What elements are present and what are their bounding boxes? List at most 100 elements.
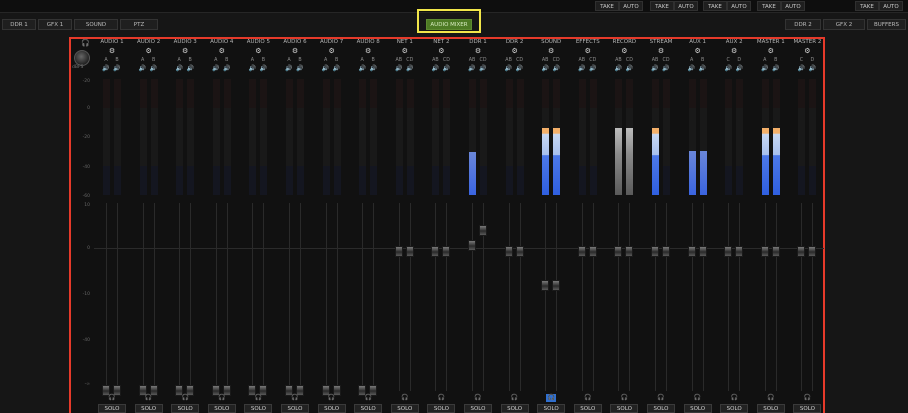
gear-icon[interactable]: ⚙ bbox=[460, 47, 496, 55]
solo-button[interactable]: SOLO bbox=[720, 404, 749, 413]
solo-headphones-icon[interactable]: 🎧 bbox=[802, 394, 812, 402]
solo-headphones-icon[interactable]: 🎧 bbox=[400, 394, 410, 402]
gear-icon[interactable]: ⚙ bbox=[789, 47, 825, 55]
tab-sound[interactable]: SOUND bbox=[74, 19, 118, 30]
speaker-icon[interactable]: 🔊 bbox=[211, 65, 221, 72]
speaker-icon[interactable]: 🔊 bbox=[723, 65, 733, 72]
solo-button[interactable]: SOLO bbox=[573, 404, 602, 413]
volume-fader[interactable] bbox=[515, 245, 524, 257]
solo-button[interactable]: SOLO bbox=[647, 404, 675, 413]
volume-fader[interactable] bbox=[431, 245, 440, 257]
solo-button[interactable]: SOLO bbox=[134, 404, 163, 413]
tab-gfx-2[interactable]: GFX 2 bbox=[823, 19, 865, 30]
gear-icon[interactable]: ⚙ bbox=[167, 47, 203, 55]
speaker-icon[interactable]: 🔊 bbox=[650, 65, 660, 72]
volume-fader[interactable] bbox=[651, 245, 659, 257]
speaker-icon[interactable]: 🔊 bbox=[149, 65, 159, 72]
solo-button[interactable]: SOLO bbox=[281, 404, 309, 413]
volume-fader[interactable] bbox=[724, 245, 733, 257]
solo-button[interactable]: SOLO bbox=[244, 404, 273, 413]
headphone-volume-knob[interactable] bbox=[74, 50, 90, 66]
volume-fader[interactable] bbox=[479, 225, 487, 237]
speaker-icon[interactable]: 🔊 bbox=[577, 65, 587, 72]
gear-icon[interactable]: ⚙ bbox=[240, 47, 276, 55]
solo-headphones-icon[interactable]: 🎧 bbox=[290, 394, 300, 402]
speaker-icon[interactable]: 🔊 bbox=[441, 65, 451, 72]
solo-headphones-icon[interactable]: 🎧 bbox=[729, 394, 739, 402]
volume-fader[interactable] bbox=[394, 245, 403, 257]
tab-buffers[interactable]: BUFFERS bbox=[867, 19, 906, 30]
volume-fader[interactable] bbox=[771, 245, 780, 257]
solo-headphones-icon[interactable]: 🎧 bbox=[619, 394, 629, 402]
volume-fader[interactable] bbox=[698, 245, 707, 257]
speaker-icon[interactable]: 🔊 bbox=[394, 65, 404, 72]
speaker-icon[interactable]: 🔊 bbox=[515, 65, 525, 72]
gear-icon[interactable]: ⚙ bbox=[716, 47, 752, 55]
speaker-icon[interactable]: 🔊 bbox=[332, 65, 342, 72]
speaker-icon[interactable]: 🔊 bbox=[807, 65, 817, 72]
speaker-icon[interactable]: 🔊 bbox=[504, 65, 514, 72]
gear-icon[interactable]: ⚙ bbox=[680, 47, 716, 55]
gear-icon[interactable]: ⚙ bbox=[94, 47, 130, 55]
gear-icon[interactable]: ⚙ bbox=[350, 47, 386, 55]
volume-fader[interactable] bbox=[735, 245, 744, 257]
speaker-icon[interactable]: 🔊 bbox=[430, 65, 440, 72]
speaker-icon[interactable]: 🔊 bbox=[540, 65, 550, 72]
solo-button[interactable]: SOLO bbox=[427, 404, 456, 413]
volume-fader[interactable] bbox=[577, 245, 586, 257]
speaker-icon[interactable]: 🔊 bbox=[185, 65, 195, 72]
speaker-icon[interactable]: 🔊 bbox=[624, 65, 634, 72]
solo-headphones-icon[interactable]: 🎧 bbox=[107, 394, 117, 402]
solo-headphones-icon[interactable]: 🎧 bbox=[583, 394, 593, 402]
speaker-icon[interactable]: 🔊 bbox=[698, 65, 708, 72]
speaker-icon[interactable]: 🔊 bbox=[405, 65, 415, 72]
tab-gfx-1[interactable]: GFX 1 bbox=[38, 19, 72, 30]
gear-icon[interactable]: ⚙ bbox=[131, 47, 167, 55]
auto-button[interactable]: AUTO bbox=[619, 1, 643, 11]
speaker-icon[interactable]: 🔊 bbox=[588, 65, 598, 72]
speaker-icon[interactable]: 🔊 bbox=[760, 65, 770, 72]
speaker-icon[interactable]: 🔊 bbox=[687, 65, 697, 72]
solo-button[interactable]: SOLO bbox=[464, 404, 492, 413]
solo-headphones-icon[interactable]: 🎧 bbox=[217, 394, 227, 402]
gear-icon[interactable]: ⚙ bbox=[423, 47, 459, 55]
auto-button[interactable]: AUTO bbox=[674, 1, 698, 11]
gear-icon[interactable]: ⚙ bbox=[497, 47, 533, 55]
speaker-icon[interactable]: 🔊 bbox=[734, 65, 744, 72]
speaker-icon[interactable]: 🔊 bbox=[613, 65, 623, 72]
solo-headphones-icon[interactable]: 🎧 bbox=[656, 394, 666, 402]
speaker-icon[interactable]: 🔊 bbox=[771, 65, 781, 72]
volume-fader[interactable] bbox=[614, 245, 623, 257]
solo-headphones-icon[interactable]: 🎧 bbox=[144, 394, 154, 402]
speaker-icon[interactable]: 🔊 bbox=[174, 65, 184, 72]
speaker-icon[interactable]: 🔊 bbox=[138, 65, 148, 72]
take-button[interactable]: TAKE bbox=[757, 1, 781, 11]
speaker-icon[interactable]: 🔊 bbox=[357, 65, 367, 72]
solo-headphones-icon[interactable]: 🎧 bbox=[363, 394, 373, 402]
speaker-icon[interactable]: 🔊 bbox=[467, 65, 477, 72]
gear-icon[interactable]: ⚙ bbox=[314, 47, 350, 55]
speaker-icon[interactable]: 🔊 bbox=[101, 65, 111, 72]
speaker-icon[interactable]: 🔊 bbox=[661, 65, 671, 72]
auto-button[interactable]: AUTO bbox=[781, 1, 805, 11]
take-button[interactable]: TAKE bbox=[595, 1, 619, 11]
speaker-icon[interactable]: 🔊 bbox=[222, 65, 232, 72]
volume-fader[interactable] bbox=[468, 240, 476, 252]
solo-headphones-icon[interactable]: 🎧 bbox=[436, 394, 446, 402]
speaker-icon[interactable]: 🔊 bbox=[247, 65, 257, 72]
speaker-icon[interactable]: 🔊 bbox=[321, 65, 331, 72]
volume-fader[interactable] bbox=[662, 245, 670, 257]
speaker-icon[interactable]: 🔊 bbox=[551, 65, 561, 72]
volume-fader[interactable] bbox=[405, 245, 414, 257]
volume-fader[interactable] bbox=[625, 245, 634, 257]
speaker-icon[interactable]: 🔊 bbox=[796, 65, 806, 72]
solo-button[interactable]: SOLO bbox=[537, 404, 566, 413]
solo-headphones-icon[interactable]: 🎧 bbox=[510, 394, 520, 402]
gear-icon[interactable]: ⚙ bbox=[387, 47, 423, 55]
solo-button[interactable]: SOLO bbox=[500, 404, 529, 413]
volume-fader[interactable] bbox=[808, 245, 817, 257]
solo-headphones-icon[interactable]: 🎧 bbox=[327, 394, 337, 402]
speaker-icon[interactable]: 🔊 bbox=[478, 65, 488, 72]
solo-button[interactable]: SOLO bbox=[793, 404, 822, 413]
gear-icon[interactable]: ⚙ bbox=[570, 47, 606, 55]
